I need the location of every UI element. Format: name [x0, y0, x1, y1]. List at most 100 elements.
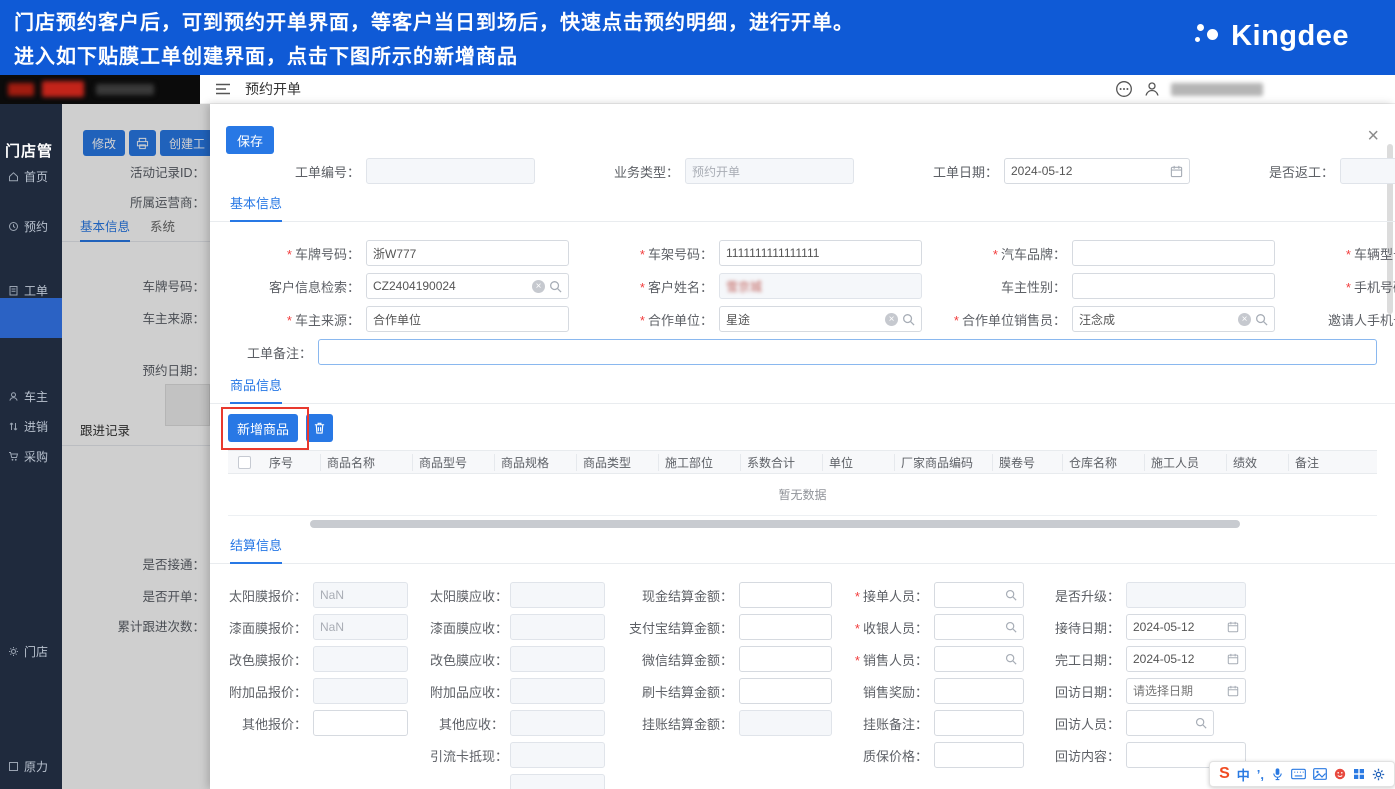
- partner-sales-input-box[interactable]: ×: [1072, 306, 1275, 332]
- settle-input-box[interactable]: [739, 582, 832, 608]
- settle-input-box[interactable]: [313, 710, 408, 736]
- sidebar-item-store-settings[interactable]: 门店: [8, 643, 48, 660]
- reception-date-box[interactable]: [1126, 614, 1246, 640]
- sidebar-item-appointment[interactable]: 预约: [8, 218, 48, 235]
- plate-input-box[interactable]: [366, 240, 569, 266]
- settle-input[interactable]: [746, 588, 825, 602]
- settle-input[interactable]: [941, 716, 1017, 730]
- settle-input[interactable]: [746, 684, 825, 698]
- tab-settle-info[interactable]: 结算信息: [230, 536, 283, 564]
- toolbox-icon[interactable]: [1353, 768, 1365, 780]
- search-icon[interactable]: [1005, 621, 1017, 633]
- collapse-menu-icon[interactable]: [215, 82, 231, 96]
- reception-date-input[interactable]: [1133, 620, 1223, 634]
- settle-input-box[interactable]: [934, 742, 1024, 768]
- search-icon[interactable]: [1195, 717, 1207, 729]
- customer-search-input-box[interactable]: ×: [366, 273, 569, 299]
- settle-input[interactable]: [1133, 748, 1239, 762]
- sogou-logo-icon[interactable]: S: [1219, 765, 1230, 783]
- sidebar-item-purchase[interactable]: 采购: [8, 448, 48, 465]
- microphone-icon[interactable]: [1271, 767, 1284, 781]
- owner-source-input-box[interactable]: [366, 306, 569, 332]
- salesperson-picker-box[interactable]: [934, 646, 1024, 672]
- order-date-input-box[interactable]: [1004, 158, 1190, 184]
- field-brand: 汽车品牌：: [934, 240, 1275, 266]
- sidebar-item-inventory[interactable]: 进销: [8, 418, 48, 435]
- delete-goods-button[interactable]: [306, 414, 333, 442]
- sidebar-item-owner[interactable]: 车主: [8, 388, 48, 405]
- settle-input[interactable]: [941, 748, 1017, 762]
- partner-input-box[interactable]: ×: [719, 306, 922, 332]
- owner-source-input[interactable]: [373, 312, 562, 326]
- screenshot-icon[interactable]: [1313, 768, 1327, 780]
- keyboard-icon[interactable]: [1291, 768, 1306, 780]
- order-remark-input-box[interactable]: [318, 339, 1377, 365]
- clear-icon[interactable]: ×: [1238, 312, 1251, 326]
- finish-date-input[interactable]: [1133, 652, 1223, 666]
- settle-input: [517, 652, 598, 666]
- punctuation-icon[interactable]: ’,: [1257, 767, 1264, 782]
- settle-input[interactable]: [941, 684, 1017, 698]
- salesperson-input[interactable]: [941, 652, 1001, 666]
- sidebar-item-workorder[interactable]: 工单: [8, 282, 48, 299]
- settle-input-box[interactable]: [934, 678, 1024, 704]
- user-avatar-icon[interactable]: [1143, 80, 1161, 98]
- cashier-input[interactable]: [941, 620, 1001, 634]
- save-button[interactable]: 保存: [226, 126, 274, 154]
- receiver-picker-box[interactable]: [934, 582, 1024, 608]
- order-date-input[interactable]: [1011, 164, 1166, 178]
- settle-input-box[interactable]: [739, 614, 832, 640]
- gender-input-box[interactable]: [1072, 273, 1275, 299]
- search-icon[interactable]: [549, 280, 562, 293]
- brand-input-box[interactable]: [1072, 240, 1275, 266]
- clear-icon[interactable]: ×: [532, 279, 545, 293]
- field-upgrade: 是否升级：: [1046, 582, 1246, 608]
- calendar-icon[interactable]: [1227, 621, 1239, 633]
- field-other-quote: 其他报价：: [228, 710, 408, 736]
- settle-input-box[interactable]: [934, 710, 1024, 736]
- settings-icon[interactable]: [1372, 768, 1385, 781]
- vin-input[interactable]: [726, 246, 915, 260]
- sidebar-item-home[interactable]: 首页: [8, 168, 48, 185]
- search-icon[interactable]: [902, 313, 915, 326]
- emoji-icon[interactable]: [1334, 768, 1346, 780]
- order-remark-input[interactable]: [325, 345, 1370, 359]
- select-all-checkbox[interactable]: [238, 455, 251, 469]
- cashier-picker-box[interactable]: [934, 614, 1024, 640]
- revisit-person-input[interactable]: [1133, 716, 1191, 730]
- brand-input[interactable]: [1079, 246, 1268, 260]
- horizontal-scrollbar[interactable]: [310, 520, 1240, 528]
- settle-input[interactable]: [320, 716, 401, 730]
- field-receiver: 接单人员：: [854, 582, 1024, 608]
- calendar-icon[interactable]: [1170, 165, 1183, 178]
- search-icon[interactable]: [1255, 313, 1268, 326]
- receiver-input[interactable]: [941, 588, 1001, 602]
- search-icon[interactable]: [1005, 589, 1017, 601]
- plate-input[interactable]: [373, 246, 562, 260]
- settle-input-box[interactable]: [739, 646, 832, 672]
- tab-basic-info[interactable]: 基本信息: [230, 194, 283, 222]
- order-no-input-box: [366, 158, 535, 184]
- customer-search-input[interactable]: [373, 279, 528, 293]
- revisit-person-picker-box[interactable]: [1126, 710, 1214, 736]
- tab-goods-info[interactable]: 商品信息: [230, 376, 283, 404]
- settle-input[interactable]: [746, 652, 825, 666]
- calendar-icon[interactable]: [1227, 653, 1239, 665]
- input-mode-icon[interactable]: 中: [1237, 765, 1250, 784]
- close-icon[interactable]: ×: [1367, 126, 1379, 146]
- partner-sales-input[interactable]: [1079, 312, 1234, 326]
- partner-input[interactable]: [726, 312, 881, 326]
- finish-date-box[interactable]: [1126, 646, 1246, 672]
- revisit-date-box[interactable]: [1126, 678, 1246, 704]
- field-label: 挂账结算金额：: [641, 716, 733, 732]
- add-goods-button[interactable]: 新增商品: [228, 414, 298, 442]
- search-icon[interactable]: [1005, 653, 1017, 665]
- message-icon[interactable]: [1115, 80, 1133, 98]
- settle-input-box[interactable]: [739, 678, 832, 704]
- gender-input[interactable]: [1079, 279, 1268, 293]
- sidebar-item-misc[interactable]: 原力: [8, 758, 48, 775]
- vin-input-box[interactable]: [719, 240, 922, 266]
- settle-input[interactable]: [746, 620, 825, 634]
- clear-icon[interactable]: ×: [885, 312, 898, 326]
- calendar-icon[interactable]: [1227, 685, 1239, 697]
